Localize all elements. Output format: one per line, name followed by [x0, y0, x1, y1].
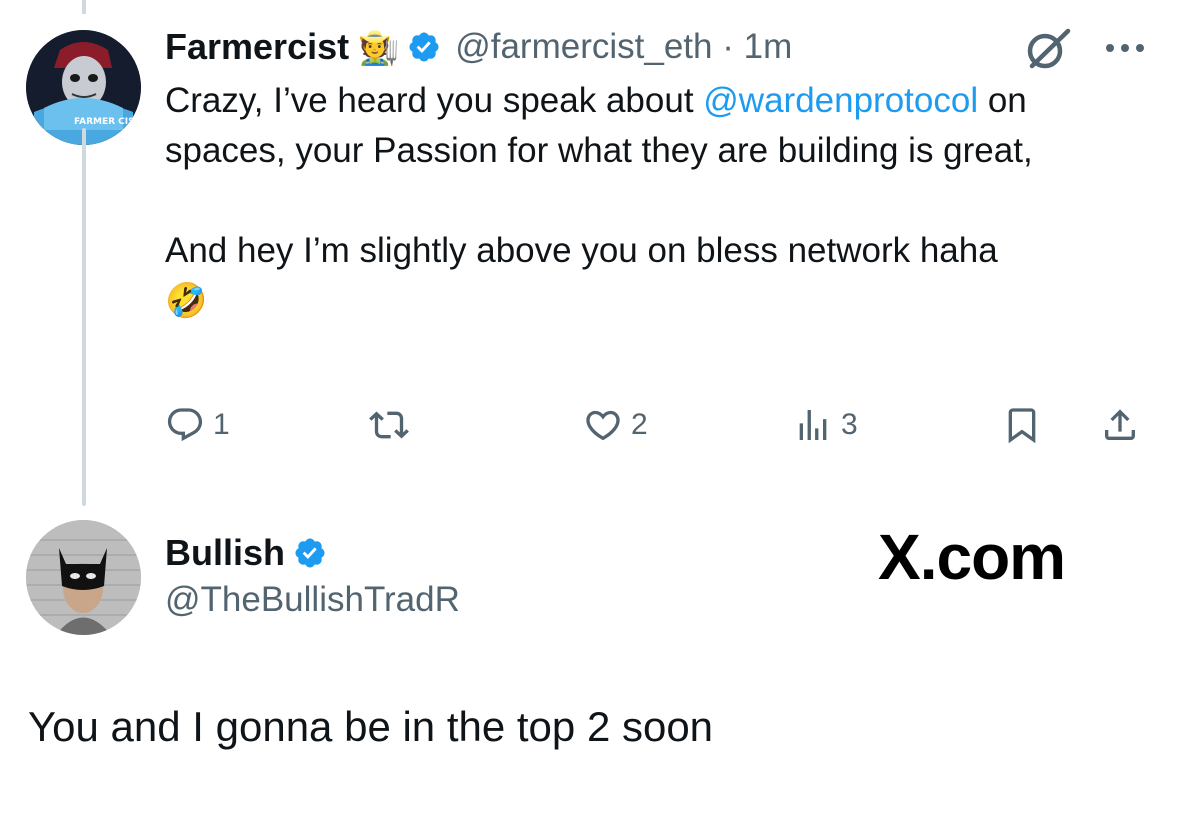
reply-count: 1 [213, 408, 230, 441]
reply-header: Bullish [165, 532, 327, 574]
heart-icon [586, 410, 620, 441]
reply-author-handle[interactable]: @TheBullishTradR [165, 580, 460, 620]
action-bar: 1 2 3 [165, 400, 1155, 450]
views-button[interactable]: 3 [793, 400, 858, 450]
thread-line-top [82, 0, 86, 14]
author-handle[interactable]: @farmercist_eth · 1m [455, 27, 792, 67]
views-chart-icon [799, 410, 827, 440]
grok-icon[interactable] [1023, 26, 1073, 72]
verified-badge-icon[interactable] [407, 30, 441, 64]
share-icon [1105, 409, 1135, 440]
thread-line [82, 128, 86, 506]
reply-button[interactable]: 1 [165, 400, 230, 450]
more-options-icon[interactable] [1102, 38, 1148, 58]
like-count: 2 [631, 408, 648, 441]
author-display-name[interactable]: Farmercist [165, 26, 349, 68]
repost-icon [369, 411, 409, 439]
reply-author-display-name[interactable]: Bullish [165, 532, 285, 574]
repost-button[interactable] [369, 400, 417, 450]
bookmark-icon [1008, 408, 1036, 444]
reply-text: You and I gonna be in the top 2 soon [28, 703, 714, 750]
svg-text:FARMER CIST: FARMER CIST [74, 117, 141, 127]
bullish-avatar[interactable] [26, 520, 141, 635]
mention-link[interactable]: @wardenprotocol [703, 81, 978, 120]
tweet-text-line2: And hey I’m slightly above you on bless … [165, 231, 998, 270]
x-com-watermark: X.com [878, 521, 1066, 593]
tweet-text: Crazy, I’ve heard you speak about @warde… [165, 76, 1155, 326]
bookmark-button[interactable] [1002, 400, 1042, 450]
views-count: 3 [841, 408, 858, 441]
rofl-emoji: 🤣 [165, 282, 208, 320]
tweet-header: Farmercist 🧑‍🌾 @farmercist_eth · 1m [165, 24, 792, 70]
farmer-emoji: 🧑‍🌾 [358, 28, 400, 66]
reply-icon [167, 408, 203, 442]
share-button[interactable] [1100, 400, 1140, 450]
like-button[interactable]: 2 [583, 400, 648, 450]
tweet-time[interactable]: · 1m [722, 27, 792, 66]
verified-badge-icon[interactable] [293, 536, 327, 570]
